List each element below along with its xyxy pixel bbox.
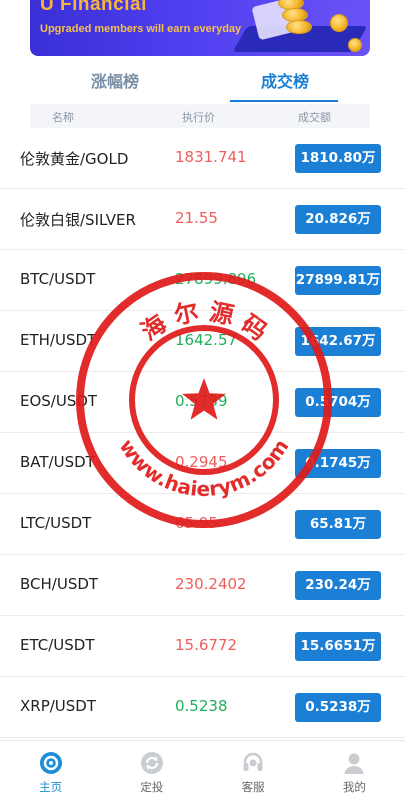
symbol-name: 伦敦白银/SILVER (20, 211, 136, 229)
nav-item-support[interactable]: 客服 (203, 741, 304, 796)
symbol-name: EOS/USDT (20, 392, 98, 410)
table-header: 名称 执行价 成交额 (30, 104, 370, 128)
table-row[interactable]: LTC/USDT 65.95 65.81万 (0, 494, 405, 555)
user-icon (344, 753, 364, 774)
table-row[interactable]: 伦敦黄金/GOLD 1831.741 1810.80万 (0, 128, 405, 189)
price-value: 65.95 (175, 514, 218, 532)
banner-subtitle: Upgraded members will earn everyday (40, 23, 242, 35)
table-row[interactable]: BCH/USDT 230.2402 230.24万 (0, 555, 405, 616)
symbol-name: BCH/USDT (20, 575, 99, 593)
volume-badge[interactable]: 27899.81万 (295, 266, 381, 295)
volume-badge[interactable]: 230.24万 (295, 571, 381, 600)
market-list: 伦敦黄金/GOLD 1831.741 1810.80万 伦敦白银/SILVER … (0, 128, 405, 738)
nav-item-home[interactable]: 主页 (0, 741, 101, 796)
column-header-volume: 成交额 (298, 111, 331, 124)
volume-badge[interactable]: 0.5238万 (295, 693, 381, 722)
table-row[interactable]: ETC/USDT 15.6772 15.6651万 (0, 616, 405, 677)
price-value: 230.2402 (175, 575, 247, 593)
price-value: 0.5238 (175, 697, 228, 715)
bottom-nav: 主页 定投 客服 我的 (0, 740, 405, 796)
volume-badge[interactable]: 15.6651万 (295, 632, 381, 661)
column-header-name: 名称 (52, 111, 74, 124)
tab-volume[interactable]: 成交榜 (200, 62, 370, 102)
volume-badge[interactable]: 65.81万 (295, 510, 381, 539)
price-value: 1642.57 (175, 331, 238, 349)
price-value: 15.6772 (175, 636, 238, 654)
symbol-name: 伦敦黄金/GOLD (20, 150, 129, 168)
symbol-name: ETH/USDT (20, 331, 97, 349)
price-value: 27899.896 (175, 270, 257, 288)
nav-label-home: 主页 (39, 780, 63, 794)
symbol-name: ETC/USDT (20, 636, 95, 654)
symbol-name: LTC/USDT (20, 514, 92, 532)
table-row[interactable]: BAT/USDT 0.2945 0.1745万 (0, 433, 405, 494)
tab-gainers[interactable]: 涨幅榜 (30, 62, 200, 102)
price-value: 0.2945 (175, 453, 228, 471)
coin-icon (286, 20, 312, 34)
table-row[interactable]: ETH/USDT 1642.57 1642.67万 (0, 311, 405, 372)
price-value: 0.5739 (175, 392, 228, 410)
symbol-name: BAT/USDT (20, 453, 95, 471)
banner-title: U Financial (40, 0, 147, 15)
headset-icon (243, 752, 263, 771)
symbol-name: BTC/USDT (20, 270, 96, 288)
price-value: 1831.741 (175, 148, 247, 166)
volume-badge[interactable]: 0.1745万 (295, 449, 381, 478)
nav-label-support: 客服 (241, 780, 265, 794)
table-row[interactable]: XRP/USDT 0.5238 0.5238万 (0, 677, 405, 738)
nav-label-invest: 定投 (140, 780, 164, 794)
nav-label-profile: 我的 (342, 780, 366, 794)
coin-icon (348, 38, 362, 52)
volume-badge[interactable]: 1642.67万 (295, 327, 381, 356)
home-icon (39, 752, 62, 774)
promo-banner-area: U Financial Upgraded members will earn e… (0, 0, 405, 62)
symbol-name: XRP/USDT (20, 697, 97, 715)
volume-badge[interactable]: 1810.80万 (295, 144, 381, 173)
coin-icon (330, 14, 348, 32)
table-row[interactable]: BTC/USDT 27899.896 27899.81万 (0, 250, 405, 311)
ranking-tabs: 涨幅榜 成交榜 (30, 62, 370, 102)
column-header-price: 执行价 (182, 111, 215, 124)
table-row[interactable]: 伦敦白银/SILVER 21.55 20.826万 (0, 189, 405, 250)
nav-item-profile[interactable]: 我的 (304, 741, 405, 796)
volume-badge[interactable]: 20.826万 (295, 205, 381, 234)
volume-badge[interactable]: 0.5704万 (295, 388, 381, 417)
price-value: 21.55 (175, 209, 218, 227)
nav-item-invest[interactable]: 定投 (101, 741, 202, 796)
active-tab-indicator (230, 100, 338, 102)
invest-icon (140, 752, 163, 774)
table-row[interactable]: EOS/USDT 0.5739 0.5704万 (0, 372, 405, 433)
promo-banner[interactable]: U Financial Upgraded members will earn e… (30, 0, 370, 56)
